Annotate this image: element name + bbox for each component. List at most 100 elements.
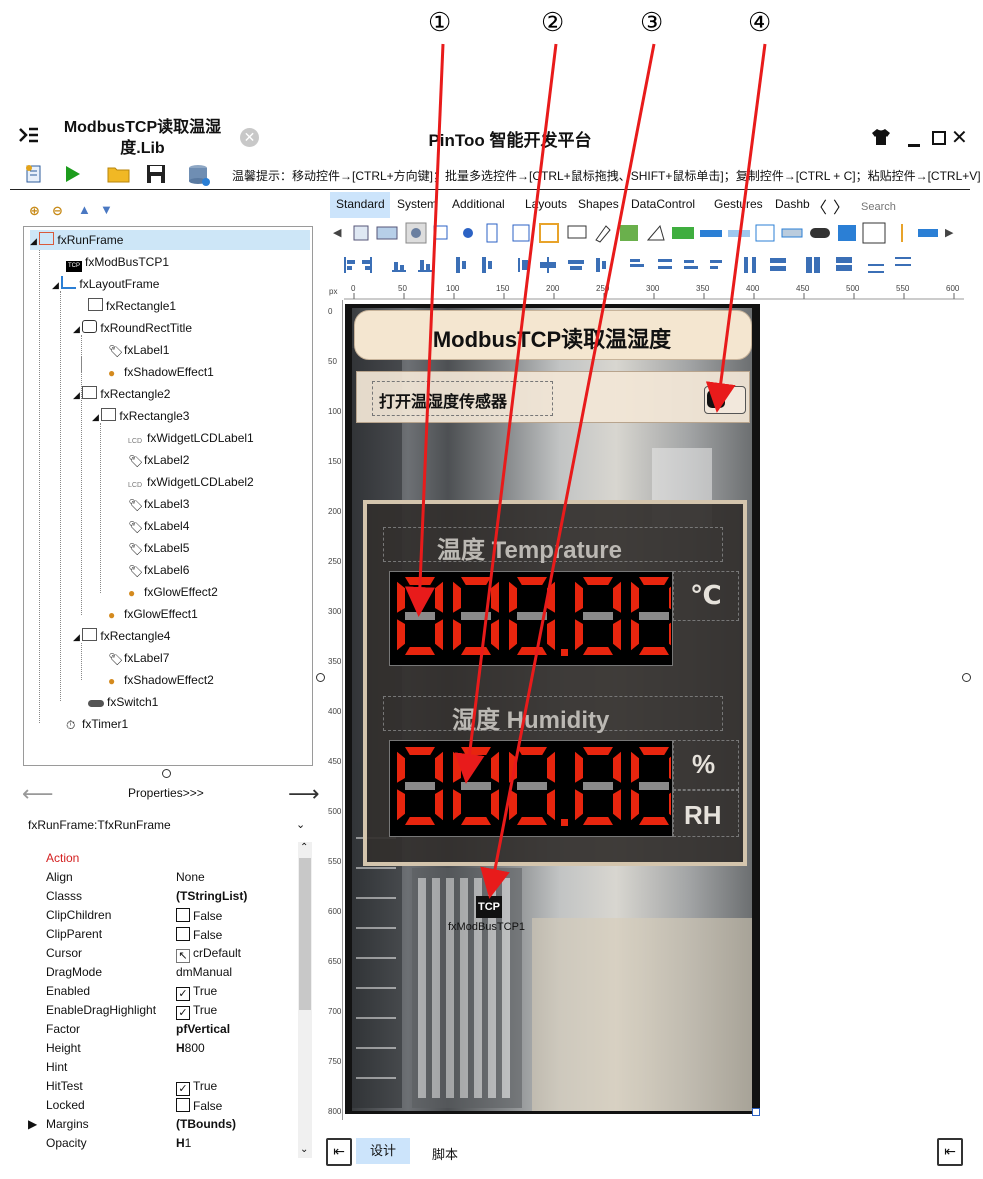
tree-item-rectangle1[interactable]: fxRectangle1: [88, 296, 176, 316]
checkbox-unchecked[interactable]: [176, 908, 190, 922]
checkbox-checked[interactable]: ✓: [176, 1006, 190, 1020]
prop-value[interactable]: (TBounds): [176, 1117, 236, 1131]
open-folder-icon[interactable]: [107, 165, 131, 188]
tree-item-timer1[interactable]: ⏱ fxTimer1: [66, 714, 128, 734]
tree-item-label5[interactable]: 🏷fxLabel5: [128, 538, 189, 558]
resize-handle-corner[interactable]: [752, 1108, 760, 1116]
checkbox-unchecked[interactable]: [176, 927, 190, 941]
annotation-4: ④: [748, 8, 772, 38]
tree-item-rectangle2[interactable]: ◢ fxRectangle2: [73, 384, 170, 404]
database-icon[interactable]: [187, 163, 211, 192]
resize-handle-left[interactable]: [316, 673, 325, 682]
lcd-segment: [517, 577, 547, 585]
tree-item-rectangle4[interactable]: ◢ fxRectangle4: [73, 626, 170, 646]
palette-icon-row[interactable]: [350, 222, 945, 244]
tree-item-label1[interactable]: 🏷fxLabel1: [108, 340, 169, 360]
run-icon[interactable]: [64, 164, 82, 189]
collapse-right-icon[interactable]: ⇤: [937, 1138, 963, 1166]
scroll-up-icon[interactable]: ⌃: [300, 842, 308, 853]
palette-tab-dashboard[interactable]: Dashb: [775, 197, 810, 211]
skin-shirt-icon[interactable]: [871, 128, 891, 151]
prop-value[interactable]: False: [176, 1098, 222, 1113]
prop-value[interactable]: pfVertical: [176, 1022, 230, 1036]
prop-value[interactable]: ✓ True: [176, 1079, 217, 1096]
tree-item-label7[interactable]: 🏷fxLabel7: [108, 648, 169, 668]
prop-value[interactable]: (TStringList): [176, 889, 247, 903]
lcd-segment: [397, 619, 405, 651]
resize-handle-right[interactable]: [962, 673, 971, 682]
tree-item-label3[interactable]: 🏷fxLabel3: [128, 494, 189, 514]
tree-item-lcd1[interactable]: LCD fxWidgetLCDLabel1: [128, 428, 254, 448]
palette-tab-standard-label[interactable]: Standard: [336, 197, 385, 211]
palette-tab-system[interactable]: System: [397, 197, 437, 211]
tab-scroll-left-icon[interactable]: 〈: [811, 194, 827, 218]
tree-item-glow2[interactable]: ● fxGlowEffect2: [128, 582, 218, 602]
prop-value[interactable]: ↖ crDefault: [176, 946, 241, 963]
prop-value[interactable]: H800: [176, 1041, 205, 1055]
next-arrow-icon[interactable]: ⟶: [288, 781, 320, 807]
tree-item-label6[interactable]: 🏷fxLabel6: [128, 560, 189, 580]
tree-item-rectangle3[interactable]: ◢ fxRectangle3: [92, 406, 189, 426]
tab-script[interactable]: 脚本: [432, 1144, 458, 1163]
properties-nav-label[interactable]: Properties>>>: [128, 786, 204, 800]
close-project-icon[interactable]: ✕: [240, 128, 259, 147]
prop-value[interactable]: None: [176, 870, 205, 884]
palette-scroll-left-icon[interactable]: ◀: [333, 226, 341, 239]
palette-tab-datacontrol[interactable]: DataControl: [631, 197, 695, 211]
tab-design[interactable]: 设计: [356, 1138, 410, 1164]
lcd-segment: [509, 751, 517, 783]
prop-value[interactable]: ✓ True: [176, 984, 217, 1001]
palette-tab-additional[interactable]: Additional: [452, 197, 505, 211]
add-node-icon[interactable]: ⊕: [29, 203, 40, 219]
splitter-handle[interactable]: [162, 769, 171, 778]
move-up-icon[interactable]: ▲: [78, 202, 91, 217]
minimize-icon[interactable]: [908, 144, 920, 147]
alignment-toolbar[interactable]: [340, 254, 920, 276]
tree-item-layoutframe[interactable]: ◢ fxLayoutFrame: [52, 274, 159, 294]
scrollbar-thumb[interactable]: [299, 858, 311, 1010]
prop-name: Factor: [46, 1022, 81, 1036]
prop-value[interactable]: ✓ True: [176, 1003, 217, 1020]
tree-item-modbus[interactable]: TCP fxModBusTCP1: [66, 252, 169, 272]
new-project-icon[interactable]: [24, 164, 44, 189]
move-down-icon[interactable]: ▼: [100, 202, 113, 217]
maximize-icon[interactable]: [932, 131, 946, 145]
prop-value[interactable]: False: [176, 908, 222, 923]
palette-tab-gestures[interactable]: Gestures: [714, 197, 763, 211]
tree-item-glow1[interactable]: ● fxGlowEffect1: [108, 604, 198, 624]
palette-search-input[interactable]: [859, 198, 963, 216]
tree-item-roundrect[interactable]: ◢ fxRoundRectTitle: [73, 318, 192, 338]
tree-item-switch1[interactable]: fxSwitch1: [88, 692, 158, 712]
prop-value[interactable]: H1: [176, 1136, 191, 1150]
collapse-left-icon[interactable]: ⇤: [326, 1138, 352, 1166]
switch-knob[interactable]: [707, 390, 725, 408]
checkbox-checked[interactable]: ✓: [176, 987, 190, 1001]
close-window-icon[interactable]: ✕: [951, 125, 968, 150]
menu-icon[interactable]: [18, 126, 40, 151]
prop-value[interactable]: dmManual: [176, 965, 232, 979]
checkbox-checked[interactable]: ✓: [176, 1082, 190, 1096]
tree-item-shadow1[interactable]: ● fxShadowEffect1: [108, 362, 214, 382]
palette-tab-shapes[interactable]: Shapes: [578, 197, 619, 211]
prev-arrow-icon[interactable]: ⟵: [22, 781, 54, 807]
frame-icon: [39, 232, 55, 245]
chevron-down-icon[interactable]: ⌄: [296, 818, 305, 831]
tab-scroll-right-icon[interactable]: 〉: [833, 194, 849, 218]
tree-item-shadow2[interactable]: ● fxShadowEffect2: [108, 670, 214, 690]
save-icon[interactable]: [146, 164, 166, 189]
tree-item-label2[interactable]: 🏷fxLabel2: [128, 450, 189, 470]
lcd-segment: [517, 647, 547, 655]
palette-tab-layouts[interactable]: Layouts: [525, 197, 567, 211]
palette-scroll-right-icon[interactable]: ▶: [945, 226, 953, 239]
prop-value[interactable]: False: [176, 927, 222, 942]
tree-item-runframe[interactable]: ◢ fxRunFrame: [30, 230, 310, 250]
tree-item-lcd2[interactable]: LCD fxWidgetLCDLabel2: [128, 472, 254, 492]
checkbox-unchecked[interactable]: [176, 1098, 190, 1112]
prop-expand-icon[interactable]: ▶: [28, 1117, 37, 1131]
tree-item-label4[interactable]: 🏷fxLabel4: [128, 516, 189, 536]
lcd-segment: [575, 751, 583, 783]
remove-node-icon[interactable]: ⊖: [52, 203, 63, 219]
scroll-down-icon[interactable]: ⌄: [300, 1144, 308, 1155]
modbus-component-icon[interactable]: TCP: [476, 896, 502, 918]
object-selector[interactable]: fxRunFrame:TfxRunFrame: [28, 818, 171, 832]
